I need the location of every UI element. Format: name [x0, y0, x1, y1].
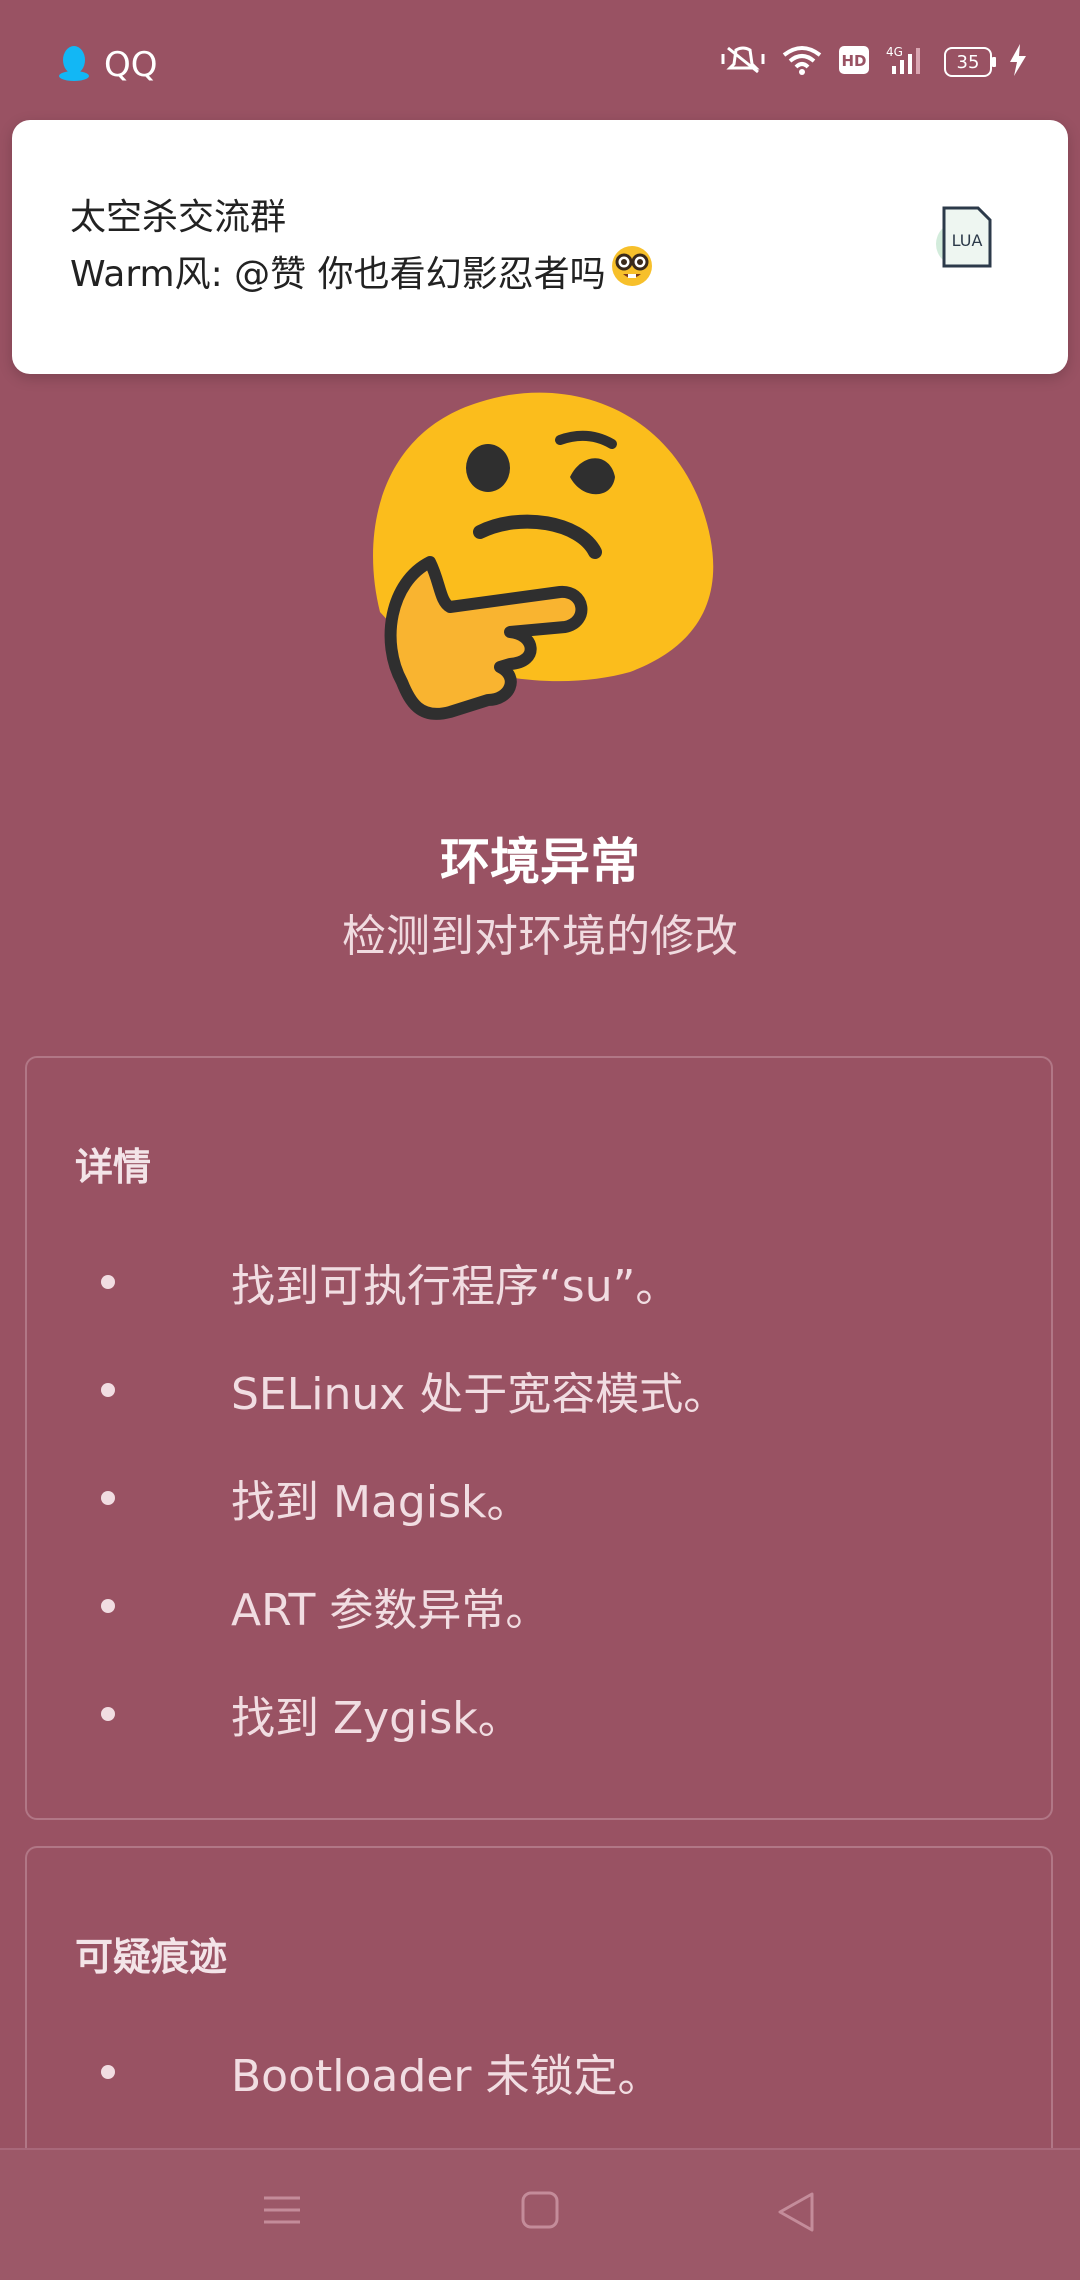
list-item-text: Bootloader 未锁定。: [231, 2051, 662, 2102]
list-item: 找到可执行程序“su”。: [75, 1228, 1011, 1336]
suspicious-heading: 可疑痕迹: [75, 1935, 228, 1979]
details-heading: 详情: [75, 1145, 152, 1189]
lua-file-icon: LUA: [934, 204, 996, 274]
qq-penguin-icon: [58, 44, 90, 86]
notification-message-text: Warm风: @赞 你也看幻影忍者吗: [70, 253, 606, 295]
status-left: QQ: [58, 44, 158, 86]
bullet-icon: [101, 1383, 115, 1397]
svg-text:4G: 4G: [886, 45, 903, 59]
list-item-text: 找到 Zygisk。: [231, 1693, 522, 1744]
list-item: SELinux 处于宽容模式。: [75, 1336, 1011, 1444]
list-item-text: 找到可执行程序“su”。: [231, 1261, 680, 1312]
navigation-bar: [0, 2148, 1080, 2280]
list-item: 找到 Zygisk。: [75, 1660, 1011, 1768]
details-list: 找到可执行程序“su”。 SELinux 处于宽容模式。 找到 Magisk。 …: [75, 1228, 1011, 1768]
details-card: 详情 找到可执行程序“su”。 SELinux 处于宽容模式。 找到 Magis…: [25, 1056, 1053, 1820]
wifi-icon: [782, 45, 822, 79]
page-title: 环境异常: [440, 833, 640, 891]
nerd-face-emoji-icon: [610, 244, 654, 297]
bullet-icon: [101, 1491, 115, 1505]
vibrate-mute-icon: [720, 44, 766, 80]
bullet-icon: [101, 1599, 115, 1613]
list-item-text: 找到 Magisk。: [231, 1477, 531, 1528]
svg-text:HD: HD: [841, 52, 866, 70]
bullet-icon: [101, 2065, 115, 2079]
menu-button[interactable]: [262, 2190, 302, 2234]
cellular-signal-icon: 4G: [886, 44, 928, 80]
charging-bolt-icon: [1008, 44, 1028, 80]
status-bar: QQ HD 4G 35: [0, 0, 1080, 120]
qq-message-notification[interactable]: 太空杀交流群 Warm风: @赞 你也看幻影忍者吗 LUA: [12, 120, 1068, 374]
bullet-icon: [101, 1275, 115, 1289]
home-icon: [521, 2191, 559, 2229]
list-item: 找到 Magisk。: [75, 1444, 1011, 1552]
file-type-label: LUA: [952, 231, 983, 250]
notification-title: 太空杀交流群: [70, 197, 287, 238]
list-item-text: SELinux 处于宽容模式。: [231, 1369, 728, 1420]
list-item: ART 参数异常。: [75, 1552, 1011, 1660]
back-button[interactable]: [776, 2190, 816, 2238]
list-item: Bootloader 未锁定。: [75, 2018, 1011, 2126]
status-icons: HD 4G 35: [720, 44, 1028, 80]
page-subtitle: 检测到对环境的修改: [342, 911, 738, 962]
battery-indicator: 35: [944, 47, 996, 77]
thinking-face-emoji-icon: [360, 382, 720, 736]
suspicious-list: Bootloader 未锁定。: [75, 2018, 1011, 2126]
battery-level: 35: [956, 51, 980, 73]
home-button[interactable]: [520, 2190, 560, 2234]
bullet-icon: [101, 1707, 115, 1721]
menu-icon: [264, 2196, 300, 2224]
notification-message: Warm风: @赞 你也看幻影忍者吗: [70, 244, 654, 297]
notification-app-name: QQ: [104, 45, 158, 85]
list-item-text: ART 参数异常。: [231, 1585, 550, 1636]
hd-icon: HD: [838, 45, 870, 79]
back-icon: [778, 2192, 814, 2232]
